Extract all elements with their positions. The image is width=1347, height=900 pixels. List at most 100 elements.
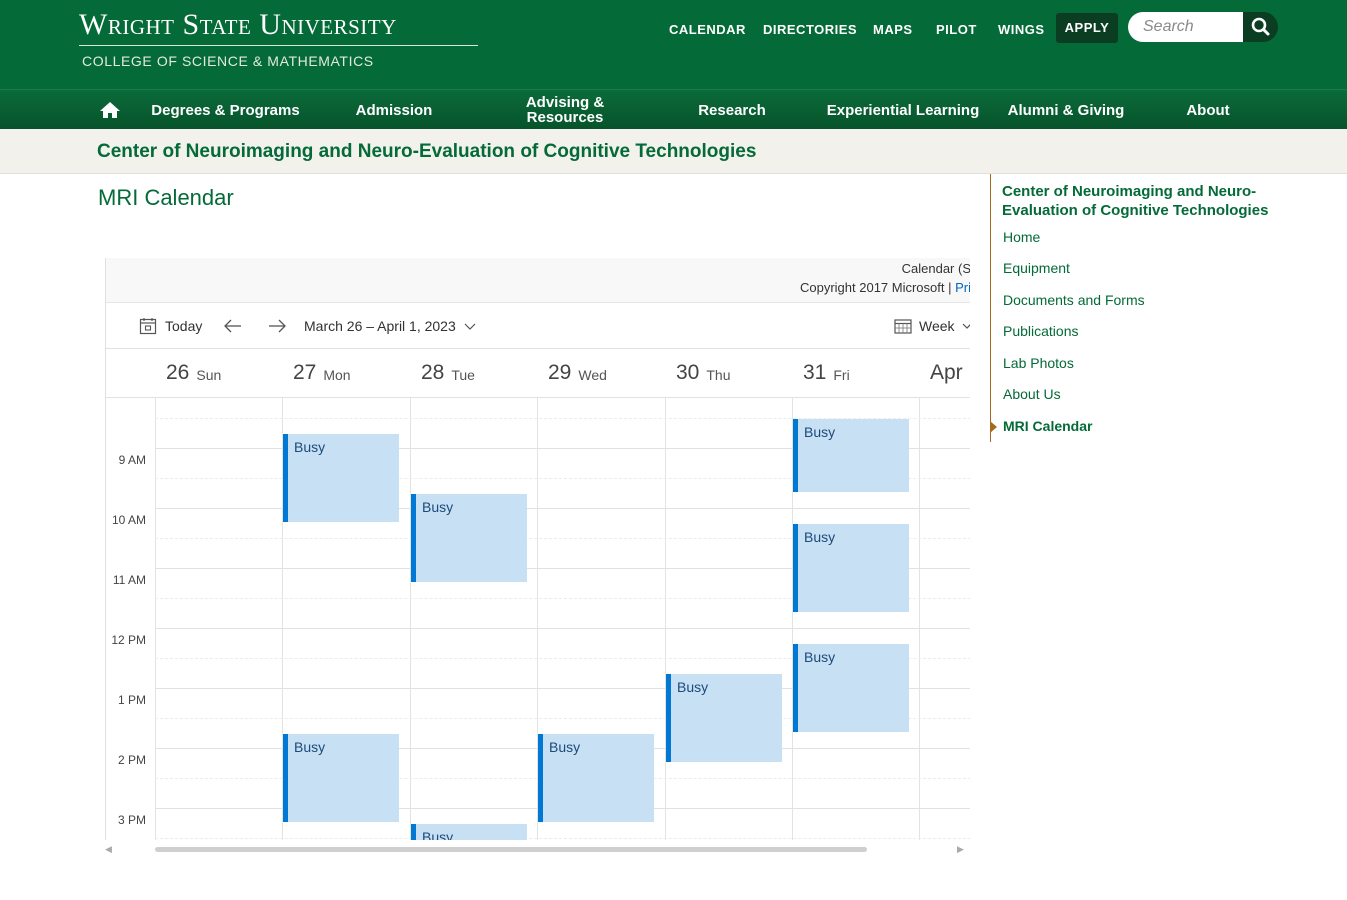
search-input[interactable] — [1128, 12, 1244, 42]
view-label: Week — [919, 317, 955, 334]
busy-event[interactable]: Busy — [411, 494, 527, 582]
day-name: Sun — [196, 367, 222, 383]
utility-link-wings[interactable]: WINGS — [998, 20, 1045, 40]
day-column-divider — [410, 398, 411, 840]
time-label: 3 PM — [117, 813, 146, 827]
nav-admission[interactable]: Admission — [345, 90, 443, 130]
half-hour-line — [155, 838, 970, 839]
busy-event[interactable]: Busy — [411, 824, 527, 840]
chevron-down-icon — [962, 323, 970, 329]
copyright-text: Copyright 2017 Microsoft | — [799, 280, 956, 295]
event-label: Busy — [804, 529, 836, 545]
scrollbar-thumb[interactable] — [155, 847, 867, 852]
today-label: Today — [165, 317, 203, 334]
utility-link-calendar[interactable]: CALENDAR — [669, 20, 746, 40]
time-label: 2 PM — [117, 753, 146, 767]
day-name: Thu — [706, 367, 731, 383]
calendar-toolbar: Today March 26 – April 1, 2023 Week — [106, 303, 970, 348]
privacy-link[interactable]: Pri — [955, 280, 970, 295]
nav-about[interactable]: About — [1178, 90, 1238, 130]
active-indicator-icon — [990, 421, 997, 433]
main-navigation: Degrees & Programs Admission Advising & … — [0, 89, 1347, 129]
nav-alumni-giving[interactable]: Alumni & Giving — [1002, 90, 1130, 130]
day-header-mon[interactable]: 27 Mon — [282, 349, 351, 397]
sidebar-item-equipment[interactable]: Equipment — [1003, 260, 1070, 276]
day-number: 27 — [293, 361, 317, 384]
day-column-divider — [665, 398, 666, 840]
utility-link-maps[interactable]: MAPS — [873, 20, 913, 40]
day-header-tue[interactable]: 28 Tue — [410, 349, 475, 397]
event-label: Busy — [804, 649, 836, 665]
search-button[interactable] — [1243, 12, 1278, 42]
week-time-grid[interactable]: 9 AM 10 AM 11 AM 12 PM 1 PM 2 PM 3 PM Busy Busy B… — [106, 398, 970, 840]
calendar-copyright: Copyright 2017 Microsoft | Pri — [800, 280, 970, 295]
day-column-divider — [919, 398, 920, 840]
sidebar-item-about-us[interactable]: About Us — [1003, 386, 1061, 402]
date-range-label: March 26 – April 1, 2023 — [304, 317, 456, 334]
day-column-divider — [155, 398, 156, 840]
time-label: 11 AM — [112, 573, 146, 587]
day-name: Fri — [833, 367, 850, 383]
sidebar-item-documents-forms[interactable]: Documents and Forms — [1003, 292, 1145, 308]
date-range-picker[interactable]: March 26 – April 1, 2023 — [304, 303, 477, 348]
busy-event[interactable]: Busy — [793, 419, 909, 492]
utility-link-pilot[interactable]: PILOT — [936, 20, 977, 40]
day-header-thu[interactable]: 30 Thu — [665, 349, 730, 397]
view-switcher[interactable]: Week — [894, 303, 970, 348]
search-icon — [1251, 17, 1270, 36]
day-name: Mon — [323, 367, 351, 383]
day-number: 29 — [548, 361, 572, 384]
arrow-right-icon — [269, 319, 286, 332]
day-name: Wed — [578, 367, 607, 383]
college-name[interactable]: COLLEGE OF SCIENCE & MATHEMATICS — [82, 52, 374, 70]
today-button[interactable]: Today — [139, 303, 202, 348]
sidebar-title[interactable]: Center of Neuroimaging and Neuro-Evaluat… — [1002, 182, 1287, 220]
day-header-fri[interactable]: 31 Fri — [792, 349, 850, 397]
time-label: 10 AM — [111, 513, 146, 527]
scroll-right-arrow-icon[interactable]: ▶ — [957, 844, 964, 855]
day-header-wed[interactable]: 29 Wed — [537, 349, 607, 397]
sidebar-item-mri-calendar[interactable]: MRI Calendar — [1003, 418, 1092, 434]
apply-button[interactable]: APPLY — [1056, 13, 1118, 43]
time-label: 9 AM — [118, 453, 146, 467]
site-title-bar: Center of Neuroimaging and Neuro-Evaluat… — [0, 129, 1347, 174]
event-label: Busy — [422, 829, 454, 840]
site-title[interactable]: Center of Neuroimaging and Neuro-Evaluat… — [97, 141, 756, 163]
event-label: Busy — [294, 739, 326, 755]
sidebar-item-lab-photos[interactable]: Lab Photos — [1003, 355, 1074, 371]
calendar-view-icon — [894, 318, 912, 334]
day-header-sat[interactable]: Apr 1 — [919, 349, 970, 397]
arrow-left-icon — [224, 319, 241, 332]
calendar-horizontal-scrollbar[interactable]: ◀ ▶ — [105, 843, 970, 855]
busy-event[interactable]: Busy — [283, 434, 399, 522]
day-number: 26 — [166, 361, 190, 384]
day-number: 31 — [803, 361, 827, 384]
busy-event[interactable]: Busy — [793, 644, 909, 732]
university-logo[interactable]: Wright State University — [79, 8, 479, 42]
sidebar-item-publications[interactable]: Publications — [1003, 323, 1079, 339]
previous-week-button[interactable] — [223, 303, 243, 348]
busy-event[interactable]: Busy — [793, 524, 909, 612]
day-header-sun[interactable]: 26 Sun — [155, 349, 221, 397]
scroll-left-arrow-icon[interactable]: ◀ — [105, 844, 112, 855]
nav-degrees-programs[interactable]: Degrees & Programs — [143, 90, 308, 130]
nav-experiential-learning[interactable]: Experiential Learning — [820, 90, 986, 130]
busy-event[interactable]: Busy — [666, 674, 782, 762]
hour-line — [155, 508, 970, 509]
event-label: Busy — [677, 679, 709, 695]
chevron-down-icon — [464, 323, 476, 330]
day-name: Tue — [451, 367, 475, 383]
sidebar-item-home[interactable]: Home — [1003, 229, 1040, 245]
site-header: Wright State University COLLEGE OF SCIEN… — [0, 0, 1347, 89]
hour-line — [155, 628, 970, 629]
nav-research[interactable]: Research — [690, 90, 774, 130]
busy-event[interactable]: Busy — [538, 734, 654, 822]
home-icon[interactable] — [99, 101, 121, 119]
next-week-button[interactable] — [267, 303, 287, 348]
day-number: 28 — [421, 361, 445, 384]
busy-event[interactable]: Busy — [283, 734, 399, 822]
nav-advising-resources[interactable]: Advising & Resources — [515, 90, 615, 130]
calendar-today-icon — [139, 317, 157, 334]
event-label: Busy — [549, 739, 581, 755]
utility-link-directories[interactable]: DIRECTORIES — [763, 20, 857, 40]
